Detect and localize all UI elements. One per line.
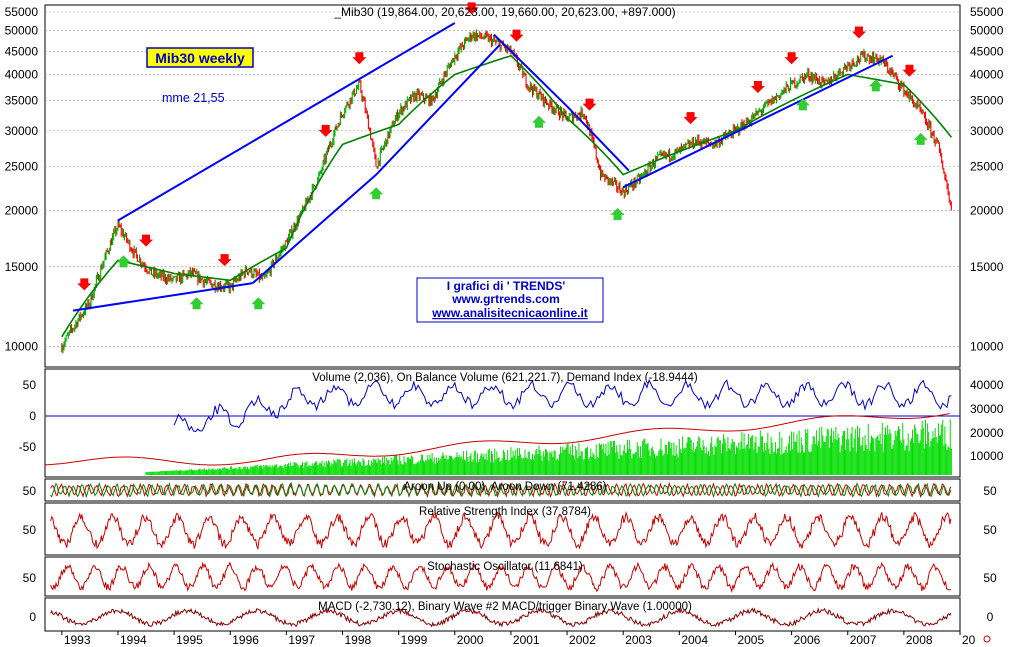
price-tick-right: 50000 bbox=[970, 24, 1004, 38]
stoch-left-tick: 50 bbox=[23, 571, 37, 585]
rsi-panel-title: Relative Strength Index (37.8784) bbox=[419, 506, 591, 518]
price-tick-left: 25000 bbox=[5, 160, 39, 174]
price-tick-right: 15000 bbox=[970, 260, 1004, 274]
volume-right-tick-10000: 10000 bbox=[970, 449, 1004, 463]
price-tick-left: 40000 bbox=[5, 67, 39, 81]
x-tick-label: 1996 bbox=[232, 633, 259, 647]
x-tick-label: 2002 bbox=[569, 633, 596, 647]
aroon-left-tick: 50 bbox=[23, 484, 37, 498]
volume-right-tick-20000: 20000 bbox=[970, 426, 1004, 440]
corner-marker-icon bbox=[983, 635, 991, 643]
x-tick-label: 1995 bbox=[176, 633, 203, 647]
x-tick-label: 2001 bbox=[513, 633, 540, 647]
volume-left-tick-m50: -50 bbox=[19, 440, 37, 454]
macd-left-tick: 0 bbox=[29, 610, 36, 624]
volume-left-tick-0: 0 bbox=[29, 409, 36, 423]
price-tick-right: 55000 bbox=[970, 5, 1004, 19]
price-tick-left: 45000 bbox=[5, 44, 39, 58]
chart-title: _Mib30 (19,864.00, 20,623.00, 19,660.00,… bbox=[333, 5, 675, 19]
stock-chart: 55000 5500050000 5000045000 4500040000 40000… bbox=[5, 2, 1004, 647]
x-tick-label: 2008 bbox=[906, 633, 933, 647]
x-tick-label: 1997 bbox=[288, 633, 315, 647]
price-tick-right: 45000 bbox=[970, 44, 1004, 58]
x-tick-label: 1999 bbox=[401, 633, 428, 647]
source-line-1: I grafici di ' TRENDS' bbox=[447, 279, 566, 293]
source-line-3: www.analisitecnicaonline.it bbox=[431, 306, 588, 320]
source-line-2: www.grtrends.com bbox=[451, 292, 560, 306]
price-tick-left: 30000 bbox=[5, 124, 39, 138]
x-tick-label: 1994 bbox=[120, 633, 147, 647]
volume-left-tick-50: 50 bbox=[23, 378, 37, 392]
x-tick-label: 2000 bbox=[457, 633, 484, 647]
aroon-panel-title: Aroon Up (0.00), Aroon Down (71.4286) bbox=[403, 481, 606, 493]
price-tick-right: 35000 bbox=[970, 94, 1004, 108]
legend-label: Mib30 weekly bbox=[155, 50, 245, 66]
price-tick-right: 10000 bbox=[970, 339, 1004, 353]
price-tick-right: 30000 bbox=[970, 124, 1004, 138]
price-tick-left: 15000 bbox=[5, 260, 39, 274]
aroon-right-tick: 50 bbox=[983, 484, 997, 498]
stoch-panel-title: Stochastic Oscillator (11.6841) bbox=[427, 561, 583, 573]
price-tick-left: 10000 bbox=[5, 339, 39, 353]
ema-label: mme 21,55 bbox=[162, 91, 225, 105]
volume-panel-title: Volume (2,036), On Balance Volume (621,2… bbox=[312, 372, 698, 384]
price-tick-right: 20000 bbox=[970, 203, 1004, 217]
x-axis: 1993 1994 1995 1996 1997 1998 1999 2000 2001 2002… bbox=[61, 631, 976, 647]
volume-right-tick-30000: 30000 bbox=[970, 402, 1004, 416]
x-tick-label: 2006 bbox=[794, 633, 821, 647]
price-tick-right: 40000 bbox=[970, 67, 1004, 81]
price-tick-left: 35000 bbox=[5, 94, 39, 108]
rsi-left-tick: 50 bbox=[23, 523, 37, 537]
x-tick-label: 2007 bbox=[850, 633, 877, 647]
price-tick-left: 55000 bbox=[5, 5, 39, 19]
x-tick-label: 2003 bbox=[625, 633, 652, 647]
price-tick-left: 50000 bbox=[5, 24, 39, 38]
x-tick-label: 1998 bbox=[345, 633, 372, 647]
x-tick-label: 1993 bbox=[64, 633, 91, 647]
price-tick-right: 25000 bbox=[970, 160, 1004, 174]
x-tick-label: 20 bbox=[962, 633, 976, 647]
macd-right-tick: 0 bbox=[987, 610, 994, 624]
x-tick-label: 2004 bbox=[681, 633, 708, 647]
macd-panel-title: MACD (-2,730.12), Binary Wave #2 MACD/tr… bbox=[318, 601, 692, 613]
volume-right-tick-40000: 40000 bbox=[970, 378, 1004, 392]
x-tick-label: 2005 bbox=[737, 633, 764, 647]
price-tick-left: 20000 bbox=[5, 203, 39, 217]
stoch-right-tick: 50 bbox=[983, 571, 997, 585]
rsi-right-tick: 50 bbox=[983, 523, 997, 537]
